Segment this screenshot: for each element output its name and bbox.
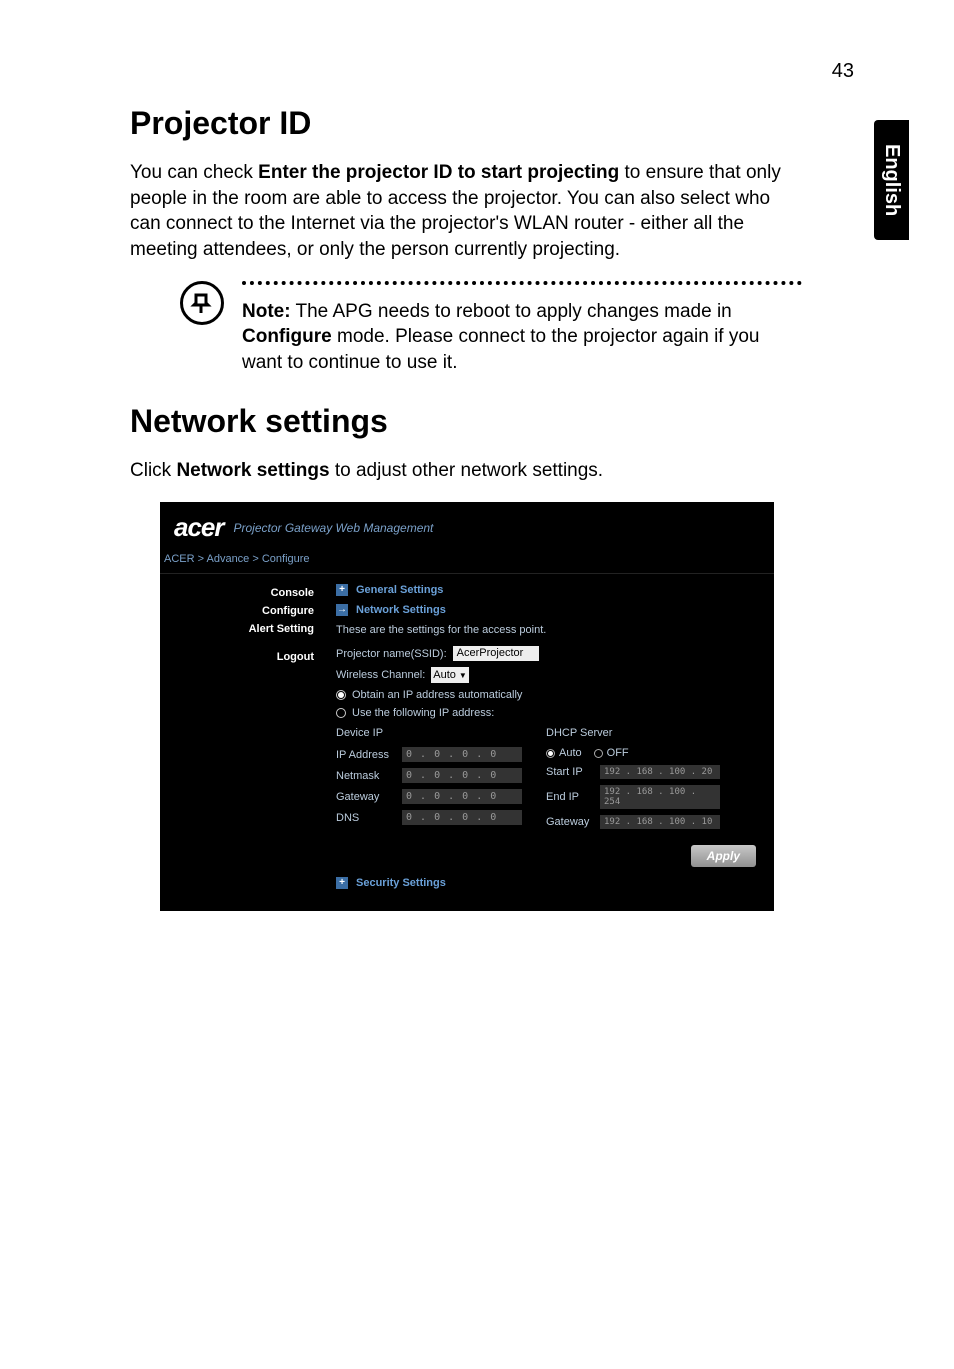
section-network-settings[interactable]: → Network Settings: [336, 604, 760, 616]
channel-value: Auto: [433, 669, 456, 681]
note-text: Note: The APG needs to reboot to apply c…: [242, 299, 802, 376]
ip-columns: Device IP IP Address0 . 0 . 0 . 0 Netmas…: [336, 727, 760, 835]
gateway-label: Gateway: [336, 791, 402, 803]
embedded-screenshot: acer Projector Gateway Web Management AC…: [160, 502, 774, 911]
dhcp-mode-row: Auto OFF: [546, 747, 760, 759]
screenshot-nav: Console Configure Alert Setting Logout: [160, 574, 328, 911]
radio-selected-icon[interactable]: [546, 749, 555, 758]
channel-label: Wireless Channel:: [336, 669, 425, 681]
screenshot-main: + General Settings → Network Settings Th…: [328, 574, 774, 911]
device-ip-column: Device IP IP Address0 . 0 . 0 . 0 Netmas…: [336, 727, 546, 835]
main-content: Projector ID You can check Enter the pro…: [130, 105, 790, 911]
radio-icon[interactable]: [594, 749, 603, 758]
language-tab-label: English: [880, 144, 903, 216]
heading-projector-id: Projector ID: [130, 105, 790, 142]
gateway-input[interactable]: 0 . 0 . 0 . 0: [402, 789, 522, 804]
bold-text: Network settings: [176, 460, 329, 481]
dhcp-header: DHCP Server: [546, 727, 760, 739]
ip-auto-row[interactable]: Obtain an IP address automatically: [336, 689, 760, 701]
netmask-label: Netmask: [336, 770, 402, 782]
nav-alert-setting[interactable]: Alert Setting: [160, 620, 314, 638]
acer-logo: acer: [174, 512, 224, 543]
radio-selected-icon: [336, 690, 346, 700]
ip-address-label: IP Address: [336, 749, 402, 761]
note-label: Note:: [242, 301, 291, 322]
end-ip-label: End IP: [546, 791, 600, 803]
radio-icon: [336, 708, 346, 718]
pin-icon: [180, 281, 224, 325]
channel-row: Wireless Channel: Auto ▼: [336, 667, 760, 683]
dotted-divider: [242, 281, 802, 285]
screenshot-header: acer Projector Gateway Web Management: [160, 502, 774, 553]
dns-input[interactable]: 0 . 0 . 0 . 0: [402, 810, 522, 825]
chevron-down-icon: ▼: [459, 671, 467, 680]
dhcp-gateway-input[interactable]: 192 . 168 . 100 . 10: [600, 815, 720, 829]
screenshot-body: Console Configure Alert Setting Logout +…: [160, 574, 774, 911]
text: Click: [130, 460, 176, 481]
section-description: These are the settings for the access po…: [336, 624, 760, 636]
note-block: Note: The APG needs to reboot to apply c…: [180, 281, 790, 376]
section-general-settings[interactable]: + General Settings: [336, 584, 760, 596]
section-title: Network Settings: [356, 604, 446, 616]
page-number: 43: [832, 60, 854, 83]
ip-manual-row[interactable]: Use the following IP address:: [336, 707, 760, 719]
end-ip-input[interactable]: 192 . 168 . 100 . 254: [600, 785, 720, 809]
channel-select[interactable]: Auto ▼: [431, 667, 469, 683]
netmask-input[interactable]: 0 . 0 . 0 . 0: [402, 768, 522, 783]
section-security-settings[interactable]: + Security Settings: [336, 877, 760, 889]
screenshot-subtitle: Projector Gateway Web Management: [234, 521, 434, 535]
dhcp-column: DHCP Server Auto OFF Start IP192 . 168 .…: [546, 727, 760, 835]
dhcp-gateway-label: Gateway: [546, 816, 600, 828]
ssid-row: Projector name(SSID): AcerProjector: [336, 646, 760, 661]
network-settings-paragraph: Click Network settings to adjust other n…: [130, 458, 790, 484]
heading-network-settings: Network settings: [130, 403, 790, 440]
expand-icon: +: [336, 877, 348, 889]
apply-button[interactable]: Apply: [691, 845, 756, 867]
ip-auto-label: Obtain an IP address automatically: [352, 689, 522, 701]
nav-logout[interactable]: Logout: [160, 648, 314, 666]
text: You can check: [130, 162, 258, 183]
ip-manual-label: Use the following IP address:: [352, 707, 494, 719]
dns-label: DNS: [336, 812, 402, 824]
ssid-input[interactable]: AcerProjector: [453, 646, 539, 661]
nav-console[interactable]: Console: [160, 584, 314, 602]
start-ip-label: Start IP: [546, 766, 600, 778]
start-ip-input[interactable]: 192 . 168 . 100 . 20: [600, 765, 720, 779]
ssid-label: Projector name(SSID):: [336, 648, 447, 660]
bold-text: Configure: [242, 326, 332, 347]
apply-row: Apply: [336, 845, 756, 867]
section-title: General Settings: [356, 584, 443, 596]
dhcp-auto-label: Auto: [559, 747, 582, 759]
dhcp-off-label: OFF: [607, 747, 629, 759]
ip-address-input[interactable]: 0 . 0 . 0 . 0: [402, 747, 522, 762]
bold-text: Enter the projector ID to start projecti…: [258, 162, 619, 183]
projector-id-paragraph: You can check Enter the projector ID to …: [130, 160, 790, 263]
note-right: Note: The APG needs to reboot to apply c…: [242, 281, 802, 376]
nav-configure[interactable]: Configure: [160, 602, 314, 620]
language-tab[interactable]: English: [874, 120, 909, 240]
text: to adjust other network settings.: [330, 460, 604, 481]
expand-icon: +: [336, 584, 348, 596]
breadcrumb: ACER > Advance > Configure: [160, 553, 774, 574]
arrow-icon: →: [336, 604, 348, 616]
section-title: Security Settings: [356, 877, 446, 889]
text: The APG needs to reboot to apply changes…: [291, 301, 732, 322]
device-ip-header: Device IP: [336, 727, 546, 739]
